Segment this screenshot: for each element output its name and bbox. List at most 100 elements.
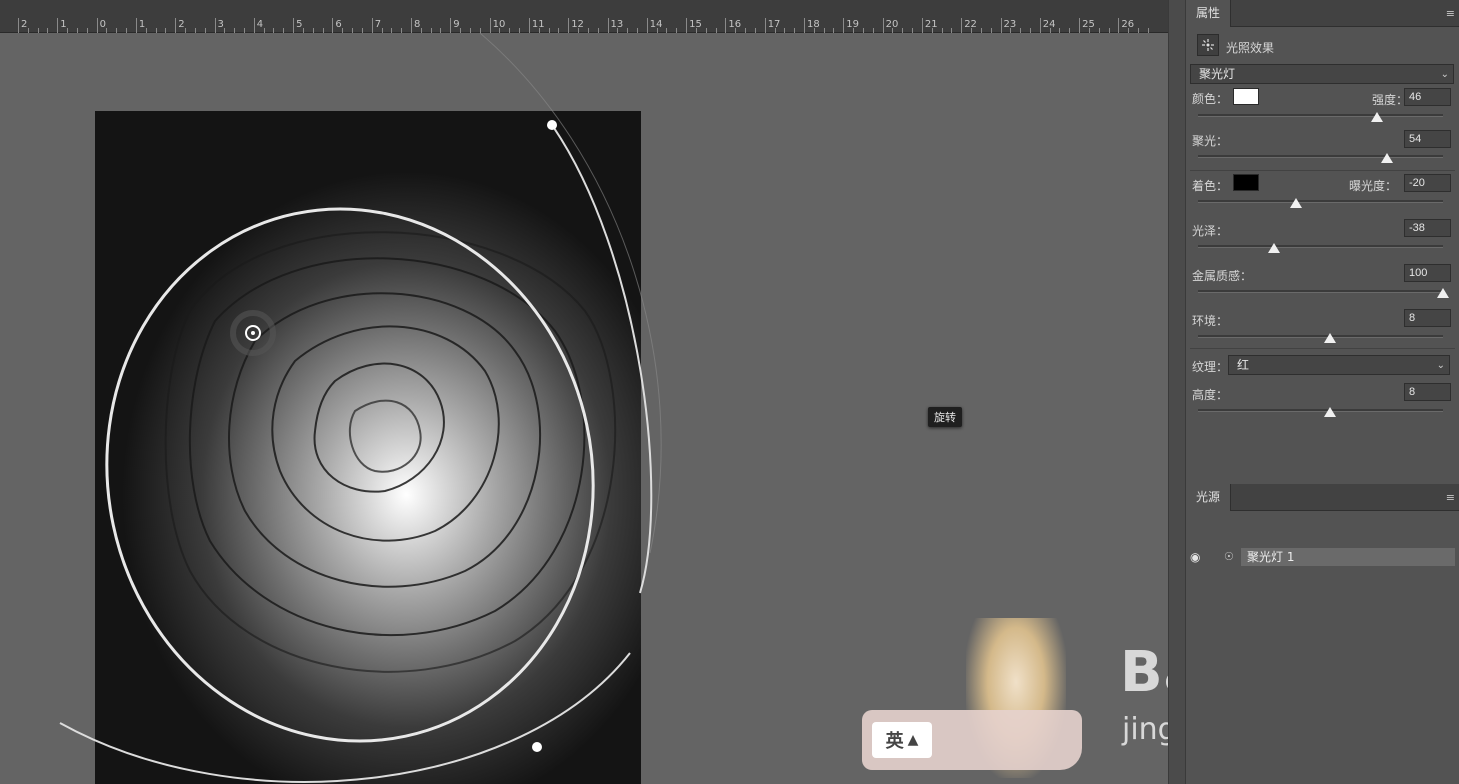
ruler-number: 1	[138, 19, 146, 30]
ruler-number: 6	[335, 19, 342, 30]
panel-dock-edge	[1168, 0, 1186, 784]
ruler-number: 1	[60, 19, 67, 30]
ruler-number: 2	[178, 19, 185, 30]
ruler-tick	[293, 18, 295, 33]
gloss-label: 光泽：	[1192, 224, 1229, 238]
tab-properties[interactable]: 属性	[1186, 0, 1232, 27]
ruler-tick	[135, 18, 137, 33]
effect-title: 光照效果	[1226, 41, 1275, 55]
metallic-label: 金属质感：	[1192, 269, 1253, 283]
texture-select[interactable]: 红 ⌄	[1228, 355, 1450, 375]
ruler-tick	[57, 18, 59, 33]
ellipse-handle-top	[547, 120, 557, 130]
properties-panel: 属性 ≡ 光照效果 聚光灯 ⌄ 颜色： 强度： 聚光： 着色： 曝光度： 光泽：…	[1186, 0, 1459, 482]
eye-icon[interactable]: ◉	[1190, 550, 1200, 564]
ruler-tick	[371, 18, 373, 33]
ruler-tick	[96, 18, 98, 33]
light-color-swatch[interactable]	[1233, 88, 1259, 105]
properties-panel-header: 属性 ≡	[1186, 0, 1459, 27]
metallic-input[interactable]	[1404, 264, 1451, 282]
gloss-input[interactable]	[1404, 219, 1451, 237]
ime-language-button[interactable]: 英 ▲	[872, 722, 932, 758]
intensity-slider[interactable]	[1198, 112, 1443, 122]
ruler-tick	[1118, 18, 1120, 33]
hotspot-input[interactable]	[1404, 130, 1451, 148]
ruler-tick	[764, 18, 766, 33]
hotspot-label: 聚光：	[1192, 134, 1229, 148]
metallic-slider-thumb[interactable]	[1437, 288, 1449, 298]
ruler-tick	[1000, 18, 1002, 33]
ime-language-label: 英	[885, 731, 904, 752]
spotlight-icon: ☉	[1224, 550, 1234, 563]
ruler-tick	[18, 18, 19, 33]
ruler-number: 3	[217, 19, 224, 30]
intensity-slider-thumb[interactable]	[1370, 112, 1383, 122]
color-label: 颜色：	[1192, 92, 1229, 106]
intensity-label: 强度：	[1372, 93, 1409, 107]
height-input[interactable]	[1404, 383, 1451, 401]
ruler-tick	[961, 18, 963, 33]
ruler-tick	[214, 18, 216, 33]
ambience-slider-thumb[interactable]	[1324, 333, 1337, 343]
exposure-slider[interactable]	[1198, 198, 1443, 208]
light-item-spotlight-1[interactable]: 聚光灯 1	[1241, 548, 1455, 566]
ruler-number: 0	[99, 19, 106, 30]
ellipse-handle-bottom	[532, 742, 542, 752]
ruler-tick	[1079, 18, 1081, 33]
ambience-label: 环境：	[1192, 314, 1229, 328]
ruler-tick	[450, 18, 452, 33]
ruler-tick	[175, 18, 177, 33]
light-type-value: 聚光灯	[1199, 67, 1236, 81]
ruler-tick	[607, 18, 609, 33]
ruler-tick	[1039, 18, 1041, 33]
tint-label: 着色：	[1192, 179, 1229, 193]
chevron-down-icon: ⌄	[1440, 69, 1449, 80]
ambience-slider[interactable]	[1198, 333, 1443, 343]
ambience-input[interactable]	[1404, 309, 1451, 327]
height-label: 高度：	[1192, 388, 1229, 402]
horizontal-ruler: 2 1 0 1 2 3 4 5 6 7 8 9 10 11 12 13 14 15 16 17 18 19 20 21 22 23…	[0, 0, 1168, 33]
ruler-number: 9	[453, 19, 460, 30]
ruler-tick	[686, 18, 688, 33]
panel-menu-icon[interactable]: ≡	[1446, 7, 1455, 20]
light-type-select[interactable]: 聚光灯 ⌄	[1190, 64, 1454, 84]
gloss-slider[interactable]	[1198, 243, 1443, 253]
ruler-tick	[882, 18, 884, 33]
exposure-input[interactable]	[1404, 174, 1451, 192]
ruler-tick	[332, 18, 334, 33]
ruler-tick	[843, 18, 845, 33]
metallic-slider[interactable]	[1198, 288, 1449, 298]
ruler-number: 8	[414, 19, 421, 30]
texture-value: 红	[1237, 358, 1250, 372]
intensity-input[interactable]	[1404, 88, 1451, 106]
hotspot-slider[interactable]	[1198, 153, 1443, 163]
hotspot-slider-thumb[interactable]	[1380, 153, 1393, 163]
gloss-slider-thumb[interactable]	[1267, 243, 1280, 253]
lighting-effect-icon	[1197, 34, 1219, 56]
exposure-slider-thumb[interactable]	[1290, 198, 1302, 208]
ruler-number: 4	[256, 19, 264, 30]
ruler-tick	[725, 18, 727, 33]
lights-panel: 光源 ≡ ◉ ☉ 聚光灯 1	[1186, 484, 1459, 784]
ruler-number: 7	[374, 19, 382, 30]
chevron-down-icon: ⌄	[1436, 360, 1445, 371]
ruler-tick	[568, 18, 570, 33]
ruler-tick	[921, 18, 923, 33]
ruler-tick	[253, 18, 255, 33]
ruler-tick	[411, 18, 412, 33]
tint-color-swatch[interactable]	[1233, 174, 1259, 191]
divider	[1190, 348, 1455, 349]
exposure-label: 曝光度：	[1349, 179, 1398, 193]
ime-toolbar[interactable]: 英 ▲	[862, 710, 1082, 770]
ruler-tick	[528, 18, 530, 33]
panel-menu-icon[interactable]: ≡	[1446, 491, 1455, 504]
ruler-tick	[646, 18, 648, 33]
rotate-tooltip: 旋转	[928, 407, 962, 427]
texture-label: 纹理：	[1192, 360, 1229, 374]
ruler-tick	[489, 18, 491, 33]
height-slider[interactable]	[1198, 407, 1443, 417]
shirt-icon: ▲	[907, 732, 919, 748]
ruler-number: 2	[21, 19, 28, 30]
height-slider-thumb[interactable]	[1324, 407, 1337, 417]
tab-lights[interactable]: 光源	[1186, 484, 1232, 511]
